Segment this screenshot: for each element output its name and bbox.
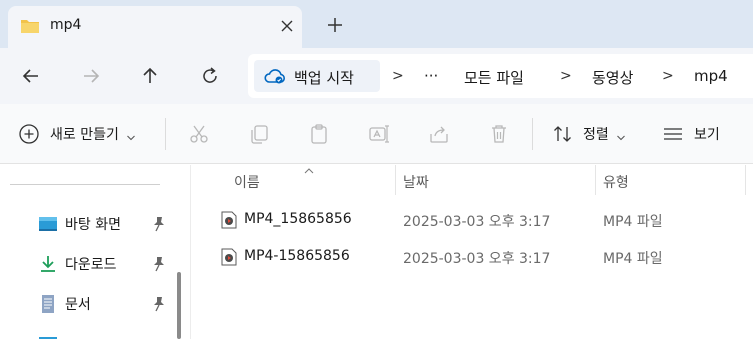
arrow-left-icon[interactable]	[19, 64, 43, 88]
sidebar-item-downloads[interactable]: 다운로드	[38, 252, 176, 276]
folder-icon	[20, 18, 40, 34]
cut-icon[interactable]	[187, 122, 211, 146]
new-button-label: 새로 만들기	[50, 127, 119, 143]
chevron-right-icon: >	[560, 68, 572, 84]
plus-icon[interactable]	[325, 15, 345, 35]
download-icon	[38, 255, 58, 273]
sidebar-item-label: 다운로드	[65, 257, 117, 273]
paste-icon[interactable]	[307, 122, 331, 146]
sidebar-item-label: 문서	[65, 297, 91, 313]
file-type: MP4 파일	[603, 214, 663, 230]
pin-icon[interactable]	[152, 296, 166, 312]
breadcrumb-mp4[interactable]: mp4	[694, 67, 728, 85]
file-type: MP4 파일	[603, 251, 663, 267]
cloud-sync-icon	[264, 67, 286, 85]
sort-icon	[552, 123, 574, 145]
video-file-icon	[221, 211, 237, 229]
nav-divider	[10, 184, 160, 185]
arrow-right-icon[interactable]	[79, 64, 103, 88]
sort-label: 정렬	[583, 127, 609, 143]
breadcrumb-videos[interactable]: 동영상	[592, 67, 633, 88]
plus-circle-icon	[18, 123, 40, 145]
sidebar-item-desktop[interactable]: 바탕 화면	[38, 212, 176, 236]
column-divider[interactable]	[745, 165, 746, 195]
share-icon[interactable]	[427, 122, 451, 146]
sidebar-item-documents[interactable]: 문서	[38, 292, 176, 316]
delete-icon[interactable]	[487, 122, 511, 146]
file-name: MP4-15865856	[244, 248, 350, 264]
nav-scrollbar[interactable]	[177, 272, 181, 339]
chevron-right-icon: >	[662, 68, 674, 84]
pin-icon[interactable]	[152, 256, 166, 272]
arrow-up-icon[interactable]	[138, 64, 162, 88]
refresh-icon[interactable]	[198, 64, 222, 88]
sidebar-item-next[interactable]	[38, 331, 176, 339]
pin-icon[interactable]	[152, 216, 166, 232]
sort-button[interactable]: 정렬	[552, 122, 626, 146]
toolbar-divider	[165, 118, 166, 150]
breadcrumb-overflow[interactable]: ···	[424, 67, 438, 85]
view-label: 보기	[694, 127, 720, 143]
column-header-date[interactable]: 날짜	[403, 172, 429, 192]
table-row[interactable]: MP4-15865856 2025-03-03 오후 3:17 MP4 파일	[211, 241, 753, 273]
sidebar-item-label: 바탕 화면	[65, 217, 121, 233]
tab-strip: mp4	[0, 0, 753, 48]
backup-label: 백업 시작	[294, 69, 354, 87]
tab-mp4[interactable]: mp4	[8, 6, 302, 48]
tab-title: mp4	[50, 17, 82, 33]
file-list: 이름 날짜 유형 MP4_15865856 2025-03-03 오후 3:17…	[191, 165, 753, 339]
new-button[interactable]: 새로 만들기	[18, 122, 136, 146]
command-bar: 새로 만들기 정렬 보기	[0, 104, 753, 164]
sort-ascending-icon	[303, 163, 315, 174]
folder-icon	[38, 334, 58, 339]
column-divider[interactable]	[395, 165, 396, 195]
file-date: 2025-03-03 오후 3:17	[403, 251, 551, 267]
toolbar-divider	[532, 118, 533, 150]
view-button[interactable]: 보기	[662, 122, 720, 146]
navigation-pane: 바탕 화면 다운로드 문서	[0, 165, 186, 339]
chevron-right-icon: >	[392, 68, 404, 84]
video-file-icon	[221, 248, 237, 266]
column-header-name[interactable]: 이름	[234, 172, 260, 192]
table-row[interactable]: MP4_15865856 2025-03-03 오후 3:17 MP4 파일	[211, 204, 753, 236]
rename-icon[interactable]	[367, 122, 391, 146]
column-header-type[interactable]: 유형	[603, 172, 629, 192]
document-icon	[38, 295, 58, 313]
desktop-icon	[38, 215, 58, 233]
column-divider[interactable]	[595, 165, 596, 195]
close-icon[interactable]	[278, 17, 296, 35]
backup-button[interactable]: 백업 시작	[254, 60, 380, 92]
breadcrumb-all-files[interactable]: 모든 파일	[464, 67, 524, 88]
address-bar[interactable]: 백업 시작 > ··· 모든 파일 > 동영상 > mp4	[248, 54, 753, 98]
copy-icon[interactable]	[247, 122, 271, 146]
file-date: 2025-03-03 오후 3:17	[403, 214, 551, 230]
chevron-down-icon	[126, 130, 136, 141]
file-name: MP4_15865856	[244, 211, 352, 227]
navigation-bar: 백업 시작 > ··· 모든 파일 > 동영상 > mp4	[0, 48, 753, 104]
chevron-down-icon	[616, 130, 626, 141]
view-list-icon	[662, 123, 684, 145]
